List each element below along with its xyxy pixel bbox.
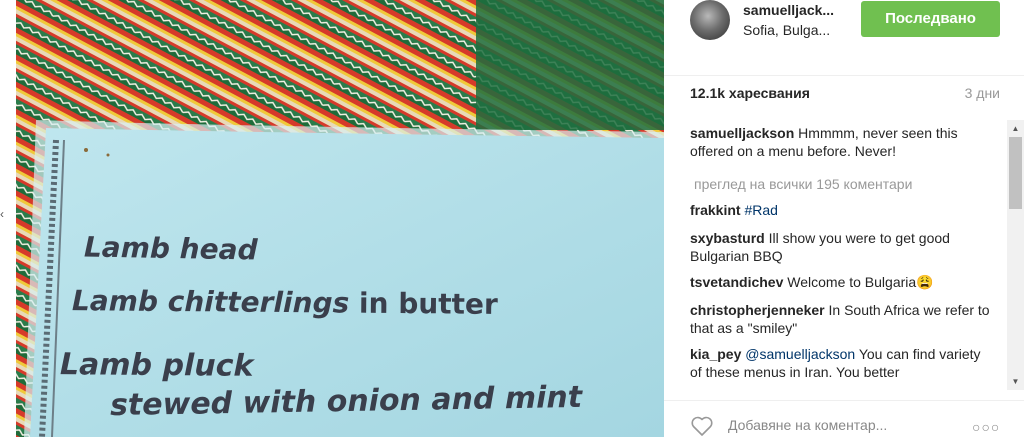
post-footer: Добавяне на коментар... ○○○ [664,400,1024,437]
menu-line-chitterlings-a: Lamb chitterlings [71,284,360,320]
scroll-up-arrow-icon[interactable]: ▲ [1007,120,1024,137]
comment-mention[interactable]: @samuelljackson [741,346,855,362]
comment-user[interactable]: tsvetandichev [690,274,783,290]
comment-text: Welcome to Bulgaria😩 [783,274,934,290]
menu-line-chitterlings-b: in butter [358,286,498,321]
comment-user[interactable]: kia_pey [690,346,741,362]
comment-item: kia_pey @samuelljackson You can find var… [690,345,990,381]
location-link[interactable]: Sofia, Bulga... [743,22,830,38]
following-button[interactable]: Последвано [861,1,1000,37]
post-time[interactable]: 3 дни [965,85,1000,101]
comment-hashtag[interactable]: #Rad [741,202,777,218]
menu-line-chitterlings: Lamb chitterlings in butter [72,284,498,321]
scroll-down-arrow-icon[interactable]: ▼ [1007,373,1024,390]
post-header: samuelljack... Sofia, Bulga... Последван… [664,0,1024,76]
comment-item: frakkint #Rad [690,201,990,219]
username-link[interactable]: samuelljack... [743,2,834,18]
comment-user[interactable]: frakkint [690,202,741,218]
menu-line-lamb-head: Lamb head [83,230,258,267]
comment-item: tsvetandichev Welcome to Bulgaria😩 [690,273,990,291]
comments-list: samuelljackson Hmmmm, never seen this of… [690,124,990,388]
menu-line-pluck: Lamb pluck [59,347,254,384]
chevron-left-icon[interactable]: ‹ [0,206,8,222]
post-photo: Lamb head Lamb chitterlings in butter La… [16,0,664,437]
avatar[interactable] [690,0,730,40]
comment-user[interactable]: sxybasturd [690,230,765,246]
likes-count[interactable]: 12.1k харесвания [690,85,810,101]
view-all-comments-link[interactable]: преглед на всички 195 коментари [694,175,912,193]
comment-user[interactable]: christopherjenneker [690,302,825,318]
scrollbar-thumb[interactable] [1009,137,1022,209]
left-edge: ‹ [0,0,16,437]
comments-scrollbar[interactable]: ▲ ▼ [1007,120,1024,390]
caption: samuelljackson Hmmmm, never seen this of… [690,124,990,160]
likes-row: 12.1k харесвания 3 дни [690,84,1000,104]
heart-icon[interactable] [690,415,714,437]
more-options-icon[interactable]: ○○○ [972,419,1000,435]
comment-item: christopherjenneker In South Africa we r… [690,301,990,337]
add-comment-input[interactable]: Добавяне на коментар... [728,417,887,433]
post-side-panel: samuelljack... Sofia, Bulga... Последван… [664,0,1024,437]
comment-item: sxybasturd Ill show you were to get good… [690,229,990,265]
caption-user[interactable]: samuelljackson [690,125,794,141]
